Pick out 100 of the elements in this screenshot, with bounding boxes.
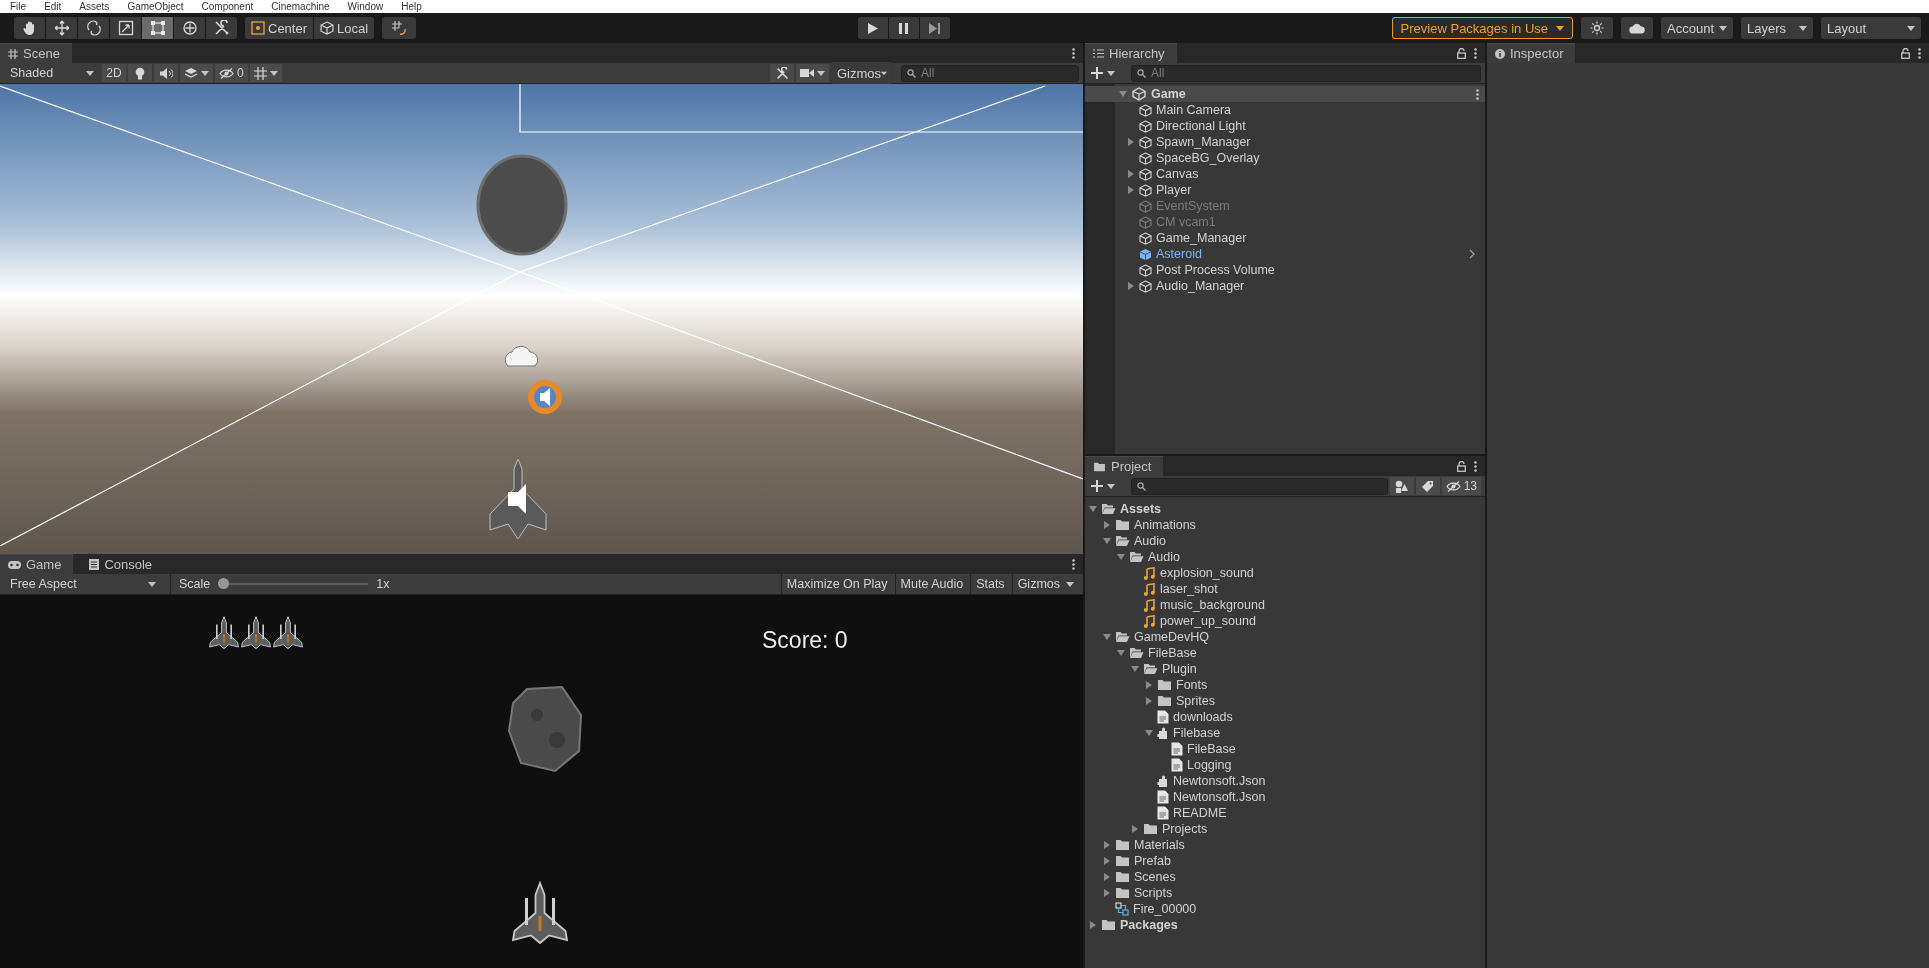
pivot-local-button[interactable]: Local (314, 17, 375, 39)
asset-name[interactable]: Packages (1120, 918, 1178, 932)
lighting-toggle[interactable] (128, 64, 152, 82)
asset-name[interactable]: Fire_00000 (1133, 902, 1197, 916)
scene-tab[interactable]: Scene (0, 43, 72, 63)
game-object-name[interactable]: Post Process Volume (1156, 263, 1275, 277)
expand-arrow-icon[interactable] (1103, 521, 1111, 529)
asset-name[interactable]: explosion_sound (1160, 566, 1254, 580)
chevron-right-icon[interactable] (1469, 249, 1475, 259)
cloud-button[interactable] (1621, 17, 1653, 39)
menu-item[interactable]: File (10, 0, 27, 13)
expand-arrow-icon[interactable] (1127, 282, 1135, 290)
tool-button[interactable] (78, 17, 109, 39)
game-object-name[interactable]: Game_Manager (1156, 231, 1247, 245)
account-dropdown[interactable]: Account (1661, 17, 1733, 39)
audio-toggle[interactable] (154, 64, 178, 82)
asset-name[interactable]: Prefab (1134, 854, 1171, 868)
asset-name[interactable]: Scripts (1134, 886, 1173, 900)
expand-arrow-icon[interactable] (1127, 138, 1135, 146)
game-object-name[interactable]: Spawn_Manager (1156, 135, 1251, 149)
tool-button[interactable] (174, 17, 205, 39)
hierarchy-tab[interactable]: Hierarchy (1085, 43, 1177, 63)
asset-name[interactable]: GameDevHQ (1134, 630, 1210, 644)
expand-arrow-icon[interactable] (1103, 841, 1111, 849)
expand-arrow-icon[interactable] (1117, 553, 1125, 561)
more-options-icon[interactable] (1476, 88, 1479, 100)
menu-item[interactable]: Edit (44, 0, 62, 13)
asset-name[interactable]: Animations (1134, 518, 1196, 532)
asset-name[interactable]: music_background (1160, 598, 1265, 612)
expand-arrow-icon[interactable] (1103, 873, 1111, 881)
asset-name[interactable]: Logging (1187, 758, 1232, 772)
panel-tab[interactable]: Console (81, 554, 165, 574)
tool-button[interactable] (14, 17, 45, 39)
lighting-settings-button[interactable] (1581, 17, 1613, 39)
step-button[interactable] (919, 17, 950, 39)
filter-by-label-button[interactable] (1415, 477, 1440, 495)
expand-arrow-icon[interactable] (1117, 649, 1125, 657)
asset-name[interactable]: Sprites (1176, 694, 1215, 708)
game-object-name[interactable]: SpaceBG_Overlay (1156, 151, 1260, 165)
expand-arrow-icon[interactable] (1103, 857, 1111, 865)
expand-arrow-icon[interactable] (1089, 505, 1097, 513)
tool-button[interactable] (110, 17, 141, 39)
menu-item[interactable]: Assets (79, 0, 110, 13)
tool-button[interactable] (142, 17, 173, 39)
search-field[interactable]: All (901, 64, 1079, 82)
asset-name[interactable]: Newtonsoft.Json (1173, 790, 1266, 804)
lock-icon[interactable] (1457, 460, 1466, 472)
shading-mode-dropdown[interactable]: Shaded (4, 64, 100, 82)
expand-arrow-icon[interactable] (1119, 90, 1127, 98)
menu-item[interactable]: GameObject (127, 0, 184, 13)
asset-name[interactable]: Newtonsoft.Json (1173, 774, 1266, 788)
game-object-name[interactable]: Player (1156, 183, 1192, 197)
asset-name[interactable]: Audio (1134, 534, 1166, 548)
tool-button[interactable] (206, 17, 237, 39)
expand-arrow-icon[interactable] (1145, 697, 1153, 705)
preview-packages-button[interactable]: Preview Packages in Use (1391, 17, 1573, 39)
more-options-icon[interactable] (1072, 558, 1075, 570)
search-field[interactable] (1131, 477, 1388, 495)
scene-row[interactable]: Game (1085, 86, 1485, 102)
toolbar-button[interactable]: Gizmos (1011, 574, 1079, 594)
game-object-name[interactable]: Asteroid (1156, 247, 1202, 261)
more-options-icon[interactable] (1474, 460, 1477, 472)
expand-arrow-icon[interactable] (1103, 889, 1111, 897)
asset-name[interactable]: Assets (1120, 502, 1161, 516)
scale-slider[interactable] (218, 578, 369, 590)
game-object-name[interactable]: Main Camera (1156, 103, 1232, 117)
lock-icon[interactable] (1457, 47, 1466, 59)
expand-arrow-icon[interactable] (1103, 633, 1111, 641)
filter-by-type-button[interactable] (1389, 477, 1414, 495)
more-options-icon[interactable] (1918, 47, 1921, 59)
panel-tab[interactable]: Game (0, 554, 74, 574)
asset-name[interactable]: Fonts (1176, 678, 1208, 692)
asset-name[interactable]: Scenes (1134, 870, 1176, 884)
camera-dropdown[interactable] (796, 64, 829, 82)
asset-name[interactable]: Filebase (1173, 726, 1221, 740)
asset-name[interactable]: Plugin (1162, 662, 1197, 676)
aspect-dropdown[interactable]: Free Aspect (4, 575, 162, 593)
layers-dropdown[interactable]: Layers (1741, 17, 1813, 39)
expand-arrow-icon[interactable] (1131, 665, 1139, 673)
hidden-packages-toggle[interactable]: 13 (1441, 477, 1481, 495)
toolbar-button[interactable]: Stats (970, 574, 1010, 594)
expand-arrow-icon[interactable] (1145, 729, 1153, 737)
game-object-name[interactable]: Directional Light (1156, 119, 1246, 133)
menu-item[interactable]: Component (201, 0, 254, 13)
expand-arrow-icon[interactable] (1145, 681, 1153, 689)
asset-name[interactable]: Projects (1162, 822, 1208, 836)
more-options-icon[interactable] (1474, 47, 1477, 59)
menu-item[interactable]: Window (347, 0, 384, 13)
menu-item[interactable]: Help (401, 0, 422, 13)
expand-arrow-icon[interactable] (1089, 921, 1097, 929)
asset-name[interactable]: Materials (1134, 838, 1185, 852)
pivot-center-button[interactable]: Center (245, 17, 314, 39)
toolbar-button[interactable]: Mute Audio (894, 574, 969, 594)
more-options-icon[interactable] (1072, 47, 1075, 59)
expand-arrow-icon[interactable] (1103, 537, 1111, 545)
lock-icon[interactable] (1901, 47, 1910, 59)
layout-dropdown[interactable]: Layout (1821, 17, 1921, 39)
effects-dropdown[interactable] (180, 64, 213, 82)
menu-item[interactable]: Cinemachine (271, 0, 330, 13)
toolbar-button[interactable]: Maximize On Play (780, 574, 893, 594)
